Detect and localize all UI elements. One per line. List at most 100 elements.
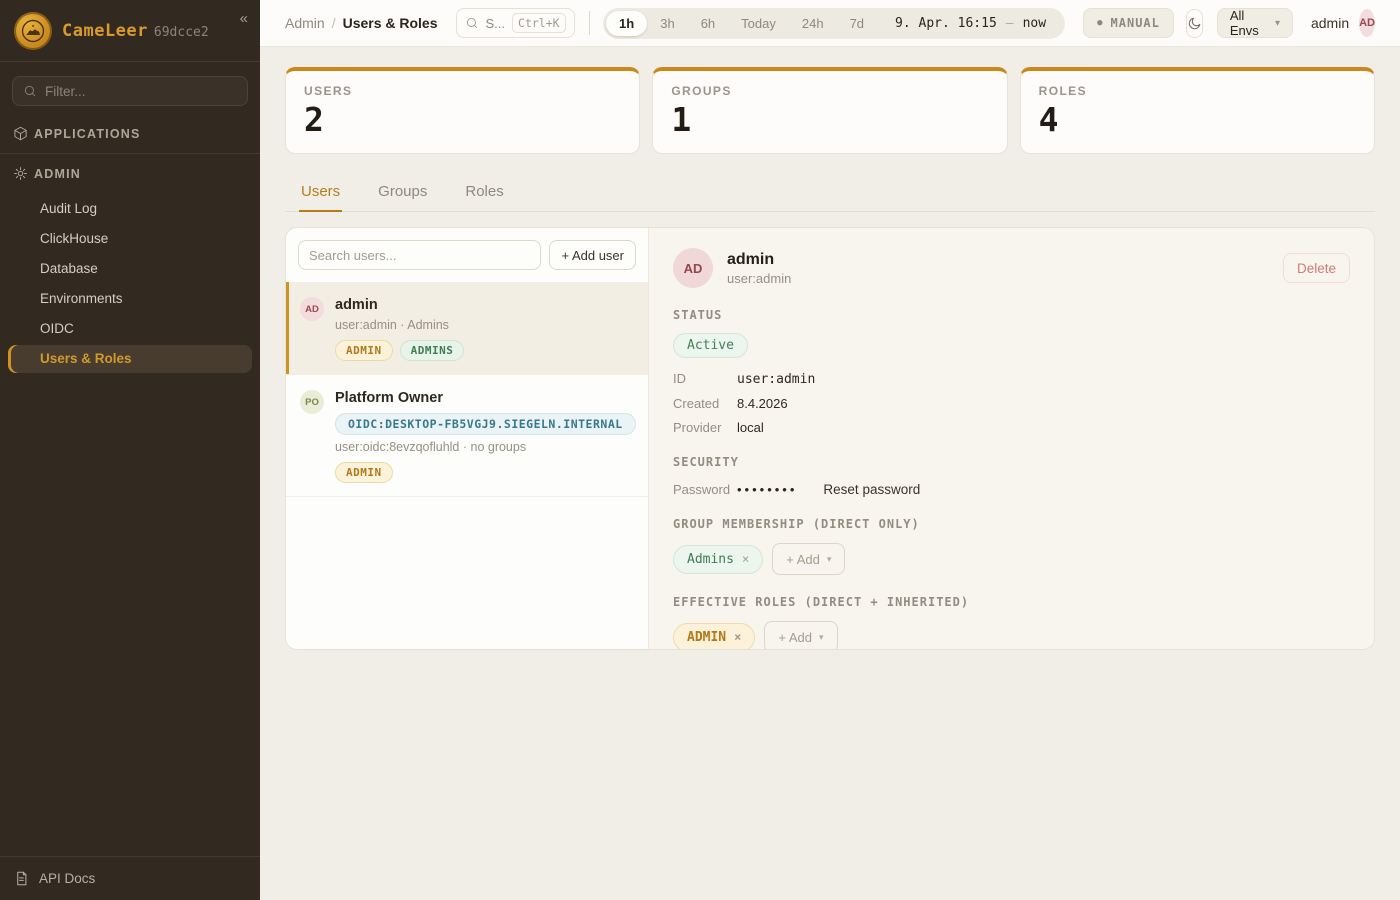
app-title: CameLeer [62,21,148,41]
sidebar-item-database[interactable]: Database [8,255,252,283]
range-from: 9. Apr. 16:15 [895,16,997,31]
remove-group-icon[interactable]: × [742,552,749,566]
breadcrumb: Admin / Users & Roles [285,15,438,31]
range-7d[interactable]: 7d [837,11,877,36]
refresh-mode-button[interactable]: ● MANUAL [1083,8,1174,38]
user-avatar[interactable]: AD [1359,9,1375,37]
range-to: now [1023,16,1046,31]
breadcrumb-admin[interactable]: Admin [285,15,325,31]
reset-password-link[interactable]: Reset password [823,482,920,497]
chevron-down-icon: ▾ [1275,18,1280,29]
tabs: Users Groups Roles [285,175,1375,212]
role-badge: ADMIN [335,462,393,483]
header-username: admin [1311,15,1349,31]
theme-toggle-button[interactable] [1186,9,1203,38]
search-icon [23,84,37,98]
sidebar-item-users-roles[interactable]: Users & Roles [8,345,252,373]
stat-label: GROUPS [671,84,988,98]
range-today[interactable]: Today [728,11,789,36]
user-search-input[interactable] [298,240,541,270]
time-range-display[interactable]: 9. Apr. 16:15 — now [877,16,1062,31]
stat-value: 1 [671,100,988,139]
sidebar-item-oidc[interactable]: OIDC [8,315,252,343]
api-docs-link[interactable]: API Docs [0,856,260,900]
sidebar-divider [0,153,260,154]
range-24h[interactable]: 24h [789,11,837,36]
gear-icon [13,166,28,181]
detail-user-id: user:admin [727,271,791,286]
group-badge: ADMINS [400,340,465,361]
stat-label: USERS [304,84,621,98]
status-badge: Active [673,333,748,358]
range-1h[interactable]: 1h [606,11,647,36]
breadcrumb-current: Users & Roles [343,15,438,31]
user-name: Platform Owner [335,388,636,408]
sidebar-item-audit-log[interactable]: Audit Log [8,195,252,223]
chevron-down-icon: ▾ [827,554,832,565]
stats-row: USERS 2 GROUPS 1 ROLES 4 [285,67,1375,154]
avatar: PO [300,390,324,414]
detail-fields: ID user:admin Created 8.4.2026 Provider … [673,371,1350,435]
search-shortcut: Ctrl+K [512,13,566,33]
field-label-created: Created [673,396,737,411]
moon-icon [1187,16,1202,31]
sidebar-filter[interactable] [12,76,248,106]
add-group-button[interactable]: + Add ▾ [772,543,845,575]
remove-role-icon[interactable]: × [734,630,741,644]
range-6h[interactable]: 6h [688,11,728,36]
range-dash-icon: — [1006,16,1014,31]
user-subtext: user:admin · Admins [335,318,464,332]
tab-users[interactable]: Users [299,175,342,212]
cameleer-logo-icon [14,12,52,50]
user-subtext: user:oidc:8evzqofluhld · no groups [335,440,636,454]
field-value-id: user:admin [737,372,815,387]
effective-roles-heading: EFFECTIVE ROLES (DIRECT + INHERITED) [673,595,1350,609]
add-role-button[interactable]: + Add ▾ [764,621,837,650]
avatar: AD [673,248,713,288]
range-3h[interactable]: 3h [647,11,687,36]
add-user-button[interactable]: + Add user [549,240,636,270]
stat-label: ROLES [1039,84,1356,98]
tab-groups[interactable]: Groups [376,175,429,211]
admin-nav: Audit Log ClickHouse Database Environmen… [0,191,260,377]
sidebar-item-environments[interactable]: Environments [8,285,252,313]
role-badge: ADMIN [335,340,393,361]
field-label-provider: Provider [673,420,737,435]
detail-user-name: admin [727,251,791,269]
search-icon [465,16,479,30]
top-header: Admin / Users & Roles S... Ctrl+K 1h 3h … [260,0,1400,47]
stat-card-roles: ROLES 4 [1020,67,1375,154]
applications-section-heading: APPLICATIONS [0,116,260,151]
time-range-control: 1h 3h 6h Today 24h 7d 9. Apr. 16:15 — no… [603,8,1065,39]
security-heading: SECURITY [673,455,1350,469]
environment-select[interactable]: All Envs ▾ [1217,8,1293,38]
sidebar-item-clickhouse[interactable]: ClickHouse [8,225,252,253]
refresh-mode-label: MANUAL [1111,16,1160,30]
sidebar-filter-input[interactable] [45,84,237,99]
group-chip-admins: Admins × [673,545,763,574]
chevron-down-icon: ▾ [819,632,824,643]
admin-section-heading: ADMIN [0,156,260,191]
sidebar: CameLeer 69dcce2 « APPLICATIONS ADMIN Aud… [0,0,260,900]
sidebar-collapse-icon[interactable]: « [240,10,248,27]
status-heading: STATUS [673,308,1350,322]
user-list-item-admin[interactable]: AD admin user:admin · Admins ADMIN ADMIN… [286,282,648,375]
user-list: + Add user AD admin user:admin · Admins … [286,228,649,649]
document-icon [14,871,29,886]
brand[interactable]: CameLeer 69dcce2 « [0,0,260,62]
delete-user-button[interactable]: Delete [1283,253,1350,283]
build-hash: 69dcce2 [154,25,209,40]
field-value-provider: local [737,420,764,435]
user-list-item-platform-owner[interactable]: PO Platform Owner OIDC:DESKTOP-FB5VGJ9.S… [286,375,648,497]
oidc-badge: OIDC:DESKTOP-FB5VGJ9.SIEGELN.INTERNAL [335,413,636,435]
breadcrumb-separator: / [332,15,336,31]
field-label-id: ID [673,371,737,386]
environment-selected: All Envs [1230,8,1275,38]
tab-roles[interactable]: Roles [463,175,505,211]
search-label: S... [486,16,506,31]
group-membership-heading: GROUP MEMBERSHIP (DIRECT ONLY) [673,517,1350,531]
user-name: admin [335,295,464,315]
global-search-button[interactable]: S... Ctrl+K [456,8,575,38]
avatar: AD [300,297,324,321]
user-detail: AD admin user:admin Delete STATUS Active… [649,228,1374,649]
